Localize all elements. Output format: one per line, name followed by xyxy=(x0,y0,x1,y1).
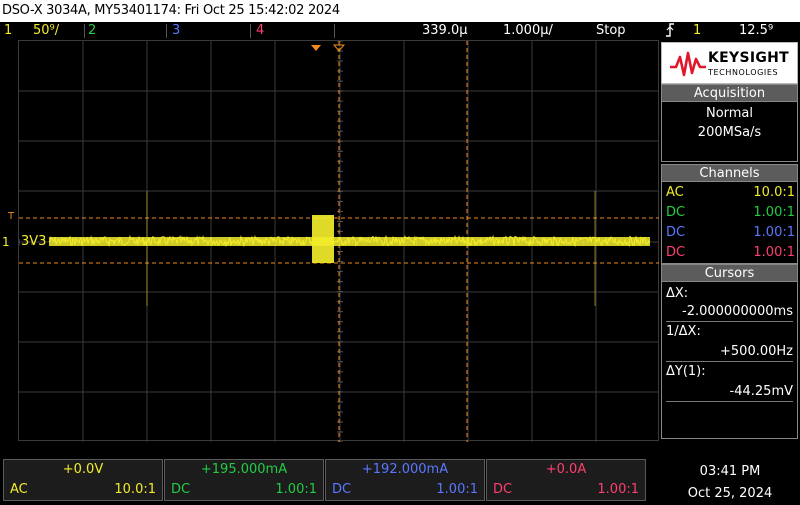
channel-1-info[interactable]: +0.0V AC 10.0:1 xyxy=(3,459,163,501)
cursors-panel: ΔX: -2.000000000ms 1/ΔX: +500.00Hz ΔY(1)… xyxy=(661,282,798,439)
time-delay[interactable]: 339.0µ xyxy=(422,22,468,40)
acquisition-panel: Normal 200MSa/s xyxy=(661,102,798,162)
clock-time: 03:41 PM xyxy=(699,464,761,479)
keysight-logo: KEYSIGHT TECHNOLOGIES xyxy=(661,42,798,84)
clock: 03:41 PM Oct 25, 2024 xyxy=(660,461,800,505)
cursors-header[interactable]: Cursors xyxy=(661,264,798,282)
inverse-delta-x-value: +500.00Hz xyxy=(720,344,793,359)
clock-date: Oct 25, 2024 xyxy=(687,486,773,501)
channel-row: DC 1.00:1 xyxy=(666,225,795,240)
channel-row: AC 10.0:1 xyxy=(666,185,795,200)
delta-x-value: -2.000000000ms xyxy=(682,304,793,319)
inverse-delta-x-label: 1/ΔX: xyxy=(666,324,701,339)
keysight-wave-logo xyxy=(670,51,706,77)
acquisition-mode: Normal xyxy=(705,106,754,121)
delta-y-label: ΔY(1): xyxy=(666,364,706,379)
channel-1-ground-marker[interactable]: 1 xyxy=(2,235,16,249)
window-title: DSO-X 3034A, MY53401174: Fri Oct 25 15:4… xyxy=(0,0,800,22)
channel-2-indicator[interactable]: 2 xyxy=(88,22,96,40)
channels-panel: AC 10.0:1 DC 1.00:1 DC 1.00:1 DC 1.00:1 xyxy=(661,182,798,264)
status-bar: 1 50⁹/ 2 3 4 339.0µ 1.000µ/ Stop 1 12.5⁹ xyxy=(0,22,800,40)
channel-1-indicator[interactable]: 1 xyxy=(4,22,12,40)
channel-4-indicator[interactable]: 4 xyxy=(256,22,264,40)
channel-1-trace xyxy=(48,191,651,306)
channel-row: DC 1.00:1 xyxy=(666,245,795,260)
trigger-source[interactable]: 1 xyxy=(693,22,701,40)
channel-info-bar: +0.0V AC 10.0:1 +195.000mA DC 1.00:1 +19… xyxy=(0,457,800,503)
trigger-position-marker xyxy=(311,45,321,51)
channel-3-info[interactable]: +192.000mA DC 1.00:1 xyxy=(325,459,485,501)
waveform-display[interactable]: 1 3V3 T xyxy=(2,40,660,442)
waveform-graticule xyxy=(19,41,660,442)
channel-3-indicator[interactable]: 3 xyxy=(172,22,180,40)
brand-sub: TECHNOLOGIES xyxy=(708,68,779,77)
delta-x-label: ΔX: xyxy=(666,286,689,301)
sample-rate: 200MSa/s xyxy=(697,125,762,140)
side-panel: KEYSIGHT TECHNOLOGIES Acquisition Normal… xyxy=(659,40,800,441)
time-scale[interactable]: 1.000µ/ xyxy=(503,22,553,40)
trigger-level[interactable]: 12.5⁹ xyxy=(739,22,773,40)
run-state[interactable]: Stop xyxy=(596,22,626,40)
brand-name: KEYSIGHT xyxy=(708,50,789,66)
cursor-t-label: T xyxy=(8,211,15,222)
trace-label: 3V3 xyxy=(21,234,47,249)
delta-y-value: -44.25mV xyxy=(729,384,793,399)
channels-header[interactable]: Channels xyxy=(661,164,798,182)
channel-2-info[interactable]: +195.000mA DC 1.00:1 xyxy=(164,459,324,501)
channel-row: DC 1.00:1 xyxy=(666,205,795,220)
acquisition-header[interactable]: Acquisition xyxy=(661,84,798,102)
channel-4-info[interactable]: +0.0A DC 1.00:1 xyxy=(486,459,646,501)
channel-1-scale[interactable]: 50⁹/ xyxy=(33,22,59,40)
